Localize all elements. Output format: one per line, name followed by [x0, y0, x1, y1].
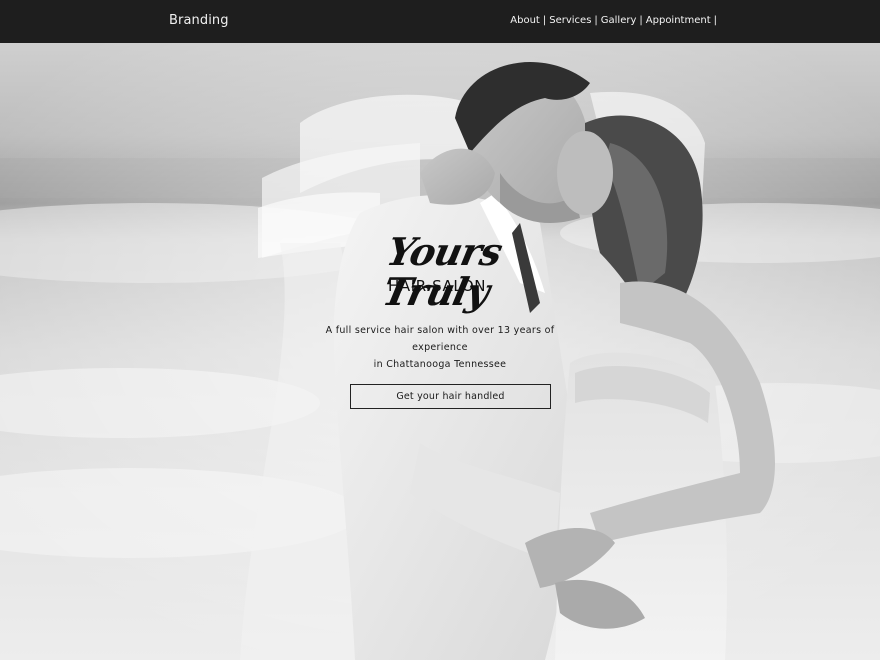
page: Branding About | Services | Gallery | Ap… [0, 0, 880, 660]
nav-menu: About | Services | Gallery | Appointment… [510, 15, 720, 26]
nav-link-about[interactable]: About [510, 15, 540, 26]
nav-link-services[interactable]: Services [549, 15, 591, 26]
nav-link-gallery[interactable]: Gallery [601, 15, 637, 26]
hero-background-photo [0, 43, 880, 660]
nav-separator: | [713, 15, 717, 26]
nav-separator: | [639, 15, 643, 26]
get-your-hair-handled-button[interactable]: Get your hair handled [350, 384, 551, 409]
nav-link-appointment[interactable]: Appointment [646, 15, 711, 26]
top-navbar: Branding About | Services | Gallery | Ap… [0, 0, 880, 43]
nav-separator: | [542, 15, 547, 26]
wedding-couple-photo [0, 43, 880, 660]
brand-link[interactable]: Branding [169, 13, 229, 28]
nav-separator: | [594, 15, 598, 26]
